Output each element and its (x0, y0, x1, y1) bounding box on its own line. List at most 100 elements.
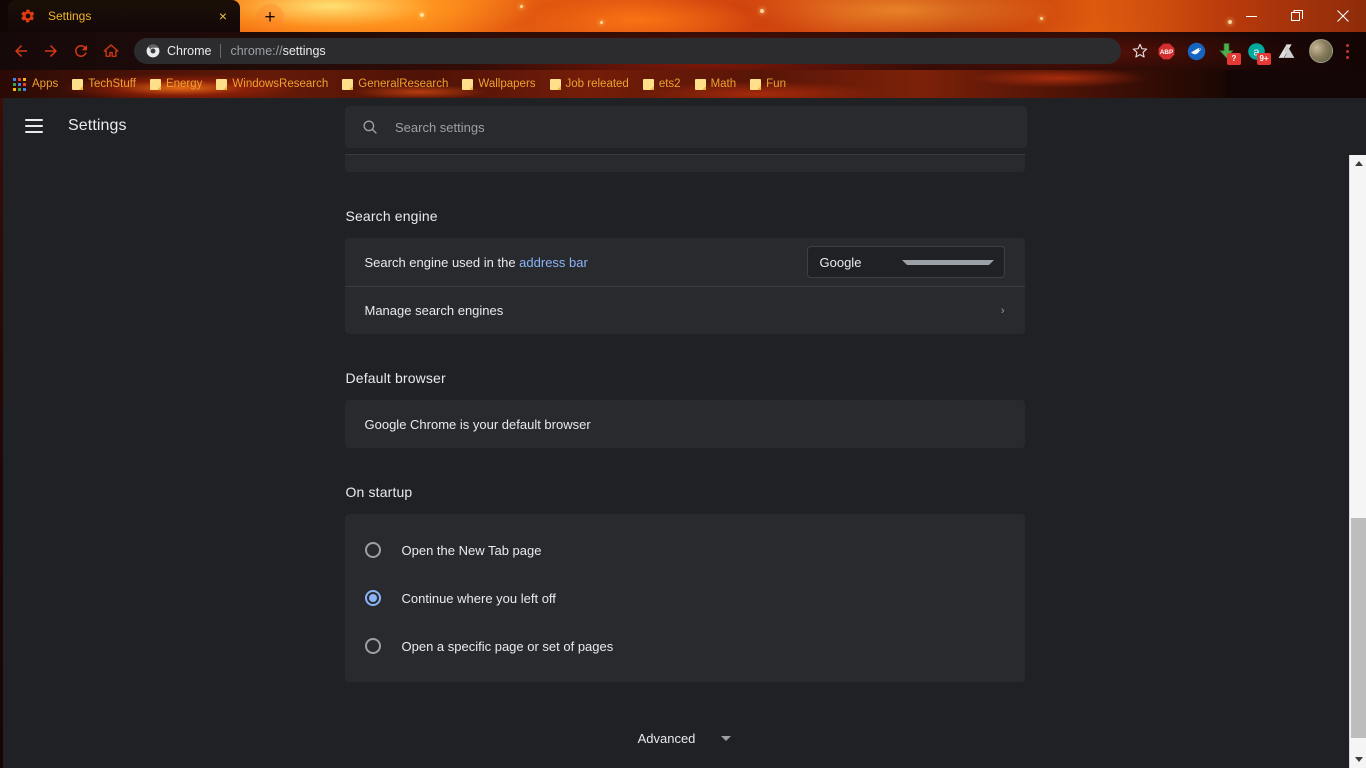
chevron-down-icon (721, 736, 731, 741)
gear-icon (20, 8, 36, 24)
search-engine-selected-value: Google (820, 255, 902, 270)
startup-option-label: Open the New Tab page (402, 543, 542, 558)
folder-icon (216, 79, 227, 90)
tab-title: Settings (48, 9, 214, 23)
scrollbar-thumb[interactable] (1351, 518, 1366, 738)
section-heading-on-startup: On startup (345, 448, 1025, 514)
default-browser-card: Google Chrome is your default browser (345, 400, 1025, 448)
bookmark-label: ets2 (659, 78, 681, 90)
page-title: Settings (68, 117, 127, 135)
tab-settings[interactable]: Settings × (8, 0, 240, 32)
chevron-down-icon (902, 260, 994, 265)
address-bar[interactable]: Chrome chrome://settings (134, 38, 1121, 64)
minimize-button[interactable] (1228, 0, 1274, 32)
theme-particle (600, 21, 603, 24)
svg-text:ABP: ABP (1159, 48, 1172, 55)
search-engine-select[interactable]: Google (807, 246, 1005, 278)
scroll-up-button[interactable] (1350, 155, 1366, 172)
partial-card-above (345, 154, 1025, 172)
hamburger-menu-icon[interactable] (25, 114, 49, 138)
folder-icon (695, 79, 706, 90)
maximize-button[interactable] (1274, 0, 1320, 32)
settings-header: Settings (3, 98, 1366, 154)
bookmark-job-releated[interactable]: Job releated (543, 73, 636, 95)
arrow-up-icon (1355, 161, 1363, 166)
bookmark-math[interactable]: Math (688, 73, 744, 95)
tab-strip: Settings × + (0, 0, 1366, 32)
row-search-engine-used[interactable]: Search engine used in the address bar Go… (345, 238, 1025, 286)
bookmark-fun[interactable]: Fun (743, 73, 793, 95)
search-engine-card: Search engine used in the address bar Go… (345, 238, 1025, 334)
bookmark-label: Wallpapers (478, 78, 535, 90)
theme-particle (760, 9, 764, 13)
download-arrow-icon[interactable]: ? (1212, 37, 1240, 65)
advanced-expander[interactable]: Advanced (345, 718, 1025, 758)
startup-option-label: Continue where you left off (402, 591, 556, 606)
bookmark-wallpapers[interactable]: Wallpapers (455, 73, 542, 95)
folder-icon (150, 79, 161, 90)
teal-a-icon[interactable]: a 9+ (1242, 37, 1270, 65)
bookmark-ets2[interactable]: ets2 (636, 73, 688, 95)
teal-a-badge: 9+ (1257, 53, 1271, 65)
folder-icon (550, 79, 561, 90)
chrome-logo-icon (146, 44, 160, 58)
arrow-down-icon (1355, 757, 1363, 762)
bookmark-label: WindowsResearch (232, 78, 328, 90)
omnibox-separator (220, 44, 221, 58)
back-icon[interactable] (6, 36, 36, 66)
drive-icon[interactable] (1272, 37, 1300, 65)
browser-window: Settings × + (0, 0, 1366, 768)
page-scrollbar[interactable] (1349, 155, 1366, 768)
bookmark-label: Math (711, 78, 737, 90)
bookmark-generalresearch[interactable]: GeneralResearch (335, 73, 455, 95)
settings-content: Search engine Search engine used in the … (3, 154, 1366, 768)
theme-particle (1040, 17, 1043, 20)
section-heading-search-engine: Search engine (345, 172, 1025, 238)
radio-icon[interactable] (365, 542, 381, 558)
settings-search-box[interactable] (345, 106, 1027, 148)
browser-toolbar: Chrome chrome://settings ABP (0, 32, 1366, 70)
default-browser-status-text: Google Chrome is your default browser (365, 417, 1005, 432)
search-icon (361, 118, 379, 136)
bookmarks-bar: Apps TechStuff Energy WindowsResearch Ge… (0, 70, 1366, 98)
startup-option-label: Open a specific page or set of pages (402, 639, 614, 654)
omnibox-chip-label: Chrome (167, 44, 211, 58)
theme-particle (420, 13, 424, 17)
bookmark-energy[interactable]: Energy (143, 73, 209, 95)
bookmark-star-icon[interactable] (1129, 40, 1151, 62)
scroll-down-button[interactable] (1350, 751, 1366, 768)
avatar[interactable] (1309, 39, 1333, 63)
bookmark-label: Job releated (566, 78, 629, 90)
close-button[interactable] (1320, 0, 1366, 32)
bookmark-windowsresearch[interactable]: WindowsResearch (209, 73, 335, 95)
bookmark-techstuff[interactable]: TechStuff (65, 73, 143, 95)
adblock-plus-icon[interactable]: ABP (1152, 37, 1180, 65)
theme-particle (520, 5, 523, 8)
download-badge: ? (1227, 53, 1241, 65)
window-controls (1228, 0, 1366, 32)
folder-icon (72, 79, 83, 90)
radio-icon-selected[interactable] (365, 590, 381, 606)
bookmark-label: Energy (166, 78, 202, 90)
new-tab-button[interactable]: + (256, 4, 284, 30)
radio-icon[interactable] (365, 638, 381, 654)
folder-icon (462, 79, 473, 90)
address-bar-link[interactable]: address bar (519, 255, 588, 270)
bookmark-apps[interactable]: Apps (6, 73, 65, 95)
row-manage-search-engines[interactable]: Manage search engines › (345, 286, 1025, 334)
row-default-browser-status: Google Chrome is your default browser (345, 400, 1025, 448)
reload-icon[interactable] (66, 36, 96, 66)
home-icon[interactable] (96, 36, 126, 66)
startup-option-new-tab[interactable]: Open the New Tab page (345, 526, 1025, 574)
close-icon[interactable]: × (214, 7, 232, 25)
bookmark-label: Fun (766, 78, 786, 90)
blue-bird-icon[interactable] (1182, 37, 1210, 65)
startup-option-continue[interactable]: Continue where you left off (345, 574, 1025, 622)
url-path: settings (283, 44, 326, 58)
chrome-menu-icon[interactable] (1338, 44, 1360, 59)
chevron-right-icon: › (1001, 305, 1005, 317)
forward-icon[interactable] (36, 36, 66, 66)
search-input[interactable] (395, 120, 1011, 135)
startup-option-specific-page[interactable]: Open a specific page or set of pages (345, 622, 1025, 670)
omnibox-url[interactable]: chrome://settings (230, 44, 1111, 58)
